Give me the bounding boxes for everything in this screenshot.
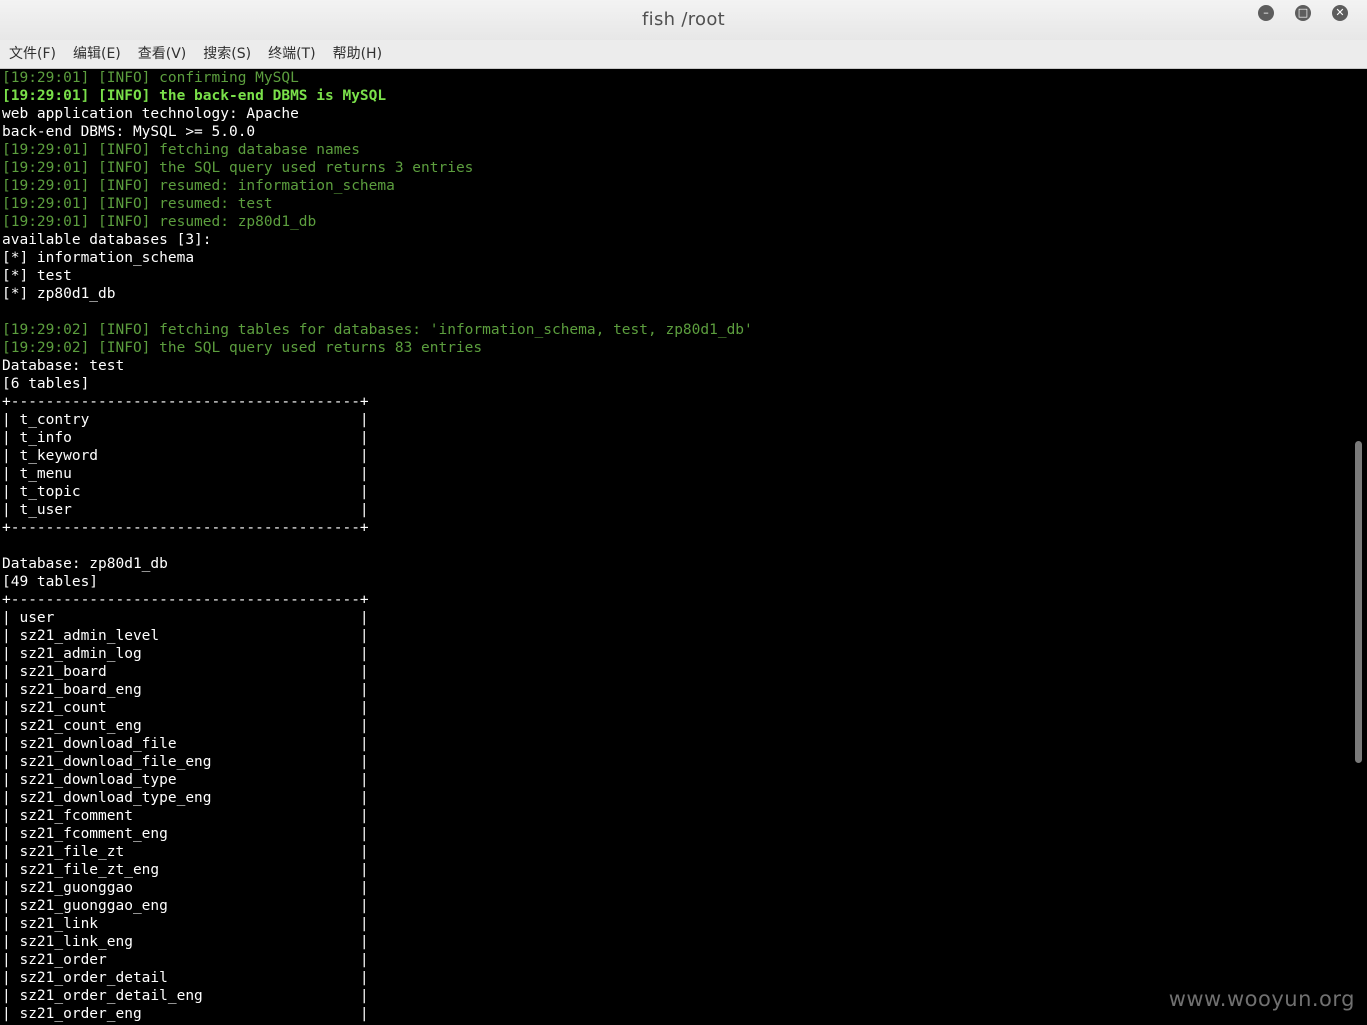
- terminal-line: | sz21_admin_level |: [2, 628, 369, 644]
- terminal-line: | t_topic |: [2, 484, 369, 500]
- terminal-line: | t_user |: [2, 502, 369, 518]
- terminal-line: +---------------------------------------…: [2, 592, 369, 608]
- terminal-line: [*] zp80d1_db: [2, 286, 116, 302]
- vertical-scrollbar[interactable]: [1352, 69, 1367, 1025]
- terminal-line: | sz21_order_eng |: [2, 1006, 369, 1022]
- terminal-line: [19:29:01] [INFO] fetching database name…: [2, 142, 360, 158]
- terminal-line: | sz21_order_detail |: [2, 970, 369, 986]
- terminal-line: | t_info |: [2, 430, 369, 446]
- terminal-line: | sz21_download_type |: [2, 772, 369, 788]
- maximize-button[interactable]: □: [1295, 5, 1311, 21]
- terminal-line: | sz21_admin_log |: [2, 646, 369, 662]
- terminal-line: available databases [3]:: [2, 232, 212, 248]
- scrollbar-thumb[interactable]: [1355, 441, 1362, 763]
- terminal-line: | t_keyword |: [2, 448, 369, 464]
- terminal-line: [19:29:01] [INFO] resumed: test: [2, 196, 273, 212]
- menu-terminal[interactable]: 终端(T): [259, 40, 323, 68]
- terminal-line: [19:29:01] [INFO] confirming MySQL: [2, 70, 299, 86]
- terminal-line: | sz21_board_eng |: [2, 682, 369, 698]
- terminal-line: [19:29:01] [INFO] the SQL query used ret…: [2, 160, 474, 176]
- terminal-line: | user |: [2, 610, 369, 626]
- close-button[interactable]: ✕: [1332, 5, 1348, 21]
- terminal-line: [*] information_schema: [2, 250, 195, 266]
- menu-bar: 文件(F) 编辑(E) 查看(V) 搜索(S) 终端(T) 帮助(H): [0, 40, 1367, 69]
- title-bar: fish /root – □ ✕: [0, 0, 1367, 41]
- terminal-line: +---------------------------------------…: [2, 394, 369, 410]
- terminal-line: | sz21_file_zt_eng |: [2, 862, 369, 878]
- terminal-line: | sz21_download_file_eng |: [2, 754, 369, 770]
- terminal-line: | sz21_guonggao |: [2, 880, 369, 896]
- terminal-line: | sz21_fcomment_eng |: [2, 826, 369, 842]
- terminal-line: +---------------------------------------…: [2, 520, 369, 536]
- terminal-line: back-end DBMS: MySQL >= 5.0.0: [2, 124, 256, 140]
- terminal-line: [19:29:01] [INFO] resumed: zp80d1_db: [2, 214, 317, 230]
- terminal-line: | sz21_guonggao_eng |: [2, 898, 369, 914]
- terminal-line: | sz21_link |: [2, 916, 369, 932]
- terminal-line: [19:29:01] [INFO] the back-end DBMS is M…: [2, 88, 387, 104]
- menu-search[interactable]: 搜索(S): [194, 40, 259, 68]
- minimize-button[interactable]: –: [1258, 5, 1274, 21]
- terminal-line: [49 tables]: [2, 574, 99, 590]
- terminal-line: | sz21_board |: [2, 664, 369, 680]
- terminal-line: Database: zp80d1_db: [2, 556, 168, 572]
- window-title: fish /root: [642, 9, 725, 30]
- menu-view[interactable]: 查看(V): [129, 40, 195, 68]
- menu-file[interactable]: 文件(F): [0, 40, 64, 68]
- menu-edit[interactable]: 编辑(E): [64, 40, 129, 68]
- terminal-line: [19:29:01] [INFO] resumed: information_s…: [2, 178, 395, 194]
- terminal-line: | sz21_order |: [2, 952, 369, 968]
- terminal-line: [19:29:02] [INFO] fetching tables for da…: [2, 322, 753, 338]
- terminal-line: [*] test: [2, 268, 72, 284]
- terminal-line: | sz21_download_type_eng |: [2, 790, 369, 806]
- terminal-line: | sz21_count |: [2, 700, 369, 716]
- menu-help[interactable]: 帮助(H): [324, 40, 390, 68]
- watermark: www.wooyun.org: [1168, 987, 1355, 1011]
- terminal-line: | sz21_link_eng |: [2, 934, 369, 950]
- terminal-line: [6 tables]: [2, 376, 90, 392]
- terminal-line: | sz21_download_file |: [2, 736, 369, 752]
- terminal-line: [19:29:02] [INFO] the SQL query used ret…: [2, 340, 483, 356]
- terminal-line: | sz21_file_zt |: [2, 844, 369, 860]
- terminal-line: | sz21_fcomment |: [2, 808, 369, 824]
- terminal-line: | t_contry |: [2, 412, 369, 428]
- terminal-line: web application technology: Apache: [2, 106, 299, 122]
- terminal-output[interactable]: [19:29:01] [INFO] confirming MySQL [19:29…: [0, 69, 1352, 1025]
- terminal-line: Database: test: [2, 358, 125, 374]
- terminal-line: | sz21_order_detail_eng |: [2, 988, 369, 1004]
- terminal-line: | t_menu |: [2, 466, 369, 482]
- terminal-line: | sz21_count_eng |: [2, 718, 369, 734]
